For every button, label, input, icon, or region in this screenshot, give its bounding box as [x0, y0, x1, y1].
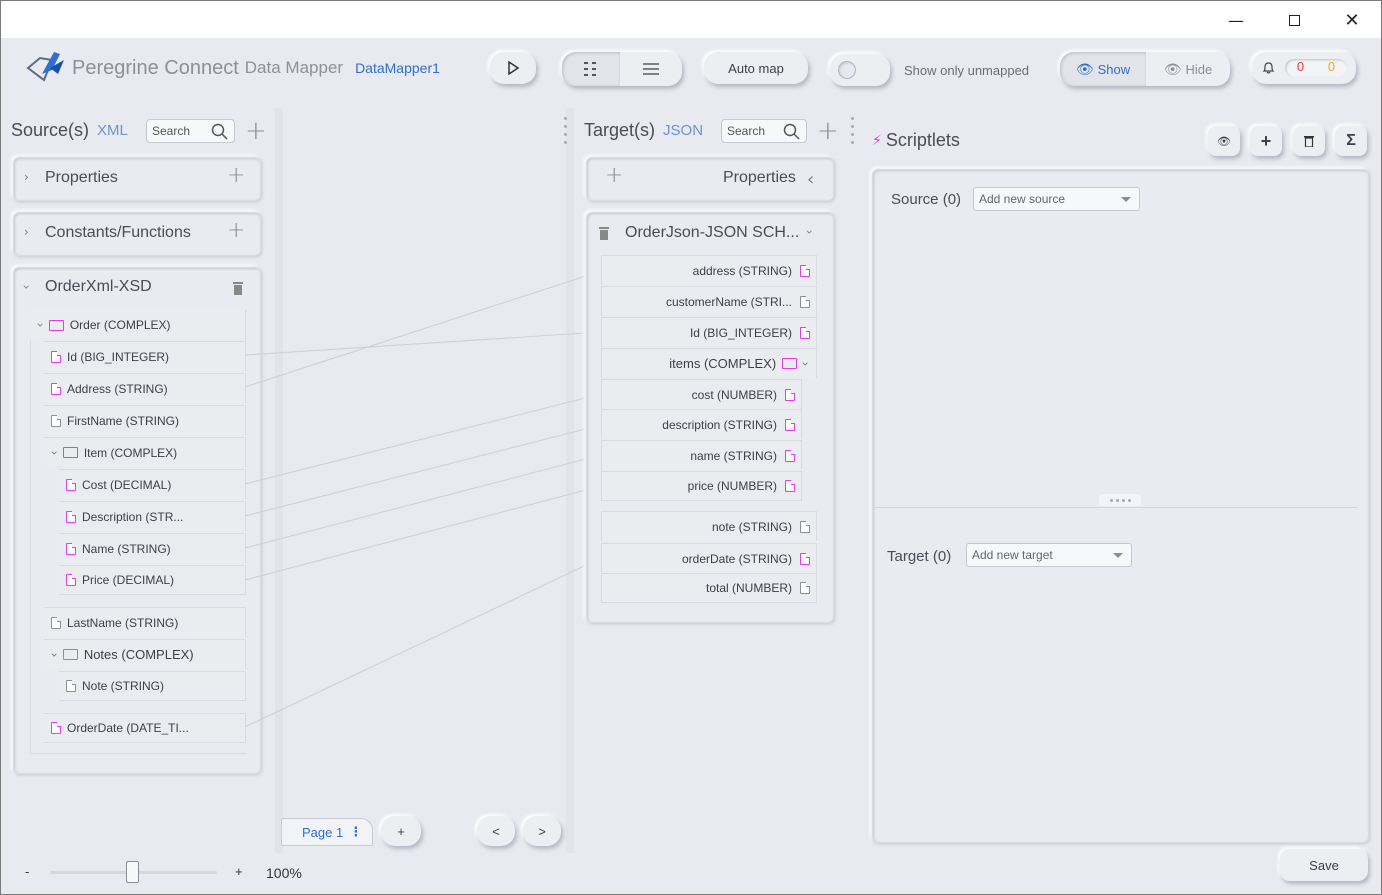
zoom-slider-thumb[interactable] [126, 861, 139, 883]
tree-row[interactable]: note (STRING) [601, 511, 817, 541]
file-icon [800, 295, 810, 308]
chevron-left-icon: ‹ [807, 169, 815, 190]
row-label: description (STRING) [662, 417, 777, 432]
tree-row[interactable]: orderDate (STRING) [601, 543, 817, 573]
save-button[interactable]: Save [1280, 849, 1368, 881]
file-icon [800, 264, 810, 277]
mapping-line-orderdate [244, 557, 602, 728]
search-icon [783, 123, 800, 140]
eye-icon: 👁 [1217, 135, 1231, 148]
tree-row[interactable]: name (STRING) [601, 440, 802, 470]
delete-scriptlet-button[interactable] [1293, 126, 1325, 156]
chevron-down-icon[interactable]: › [799, 361, 813, 366]
folder-icon [782, 358, 798, 369]
preview-button[interactable]: 👁 [1208, 126, 1240, 156]
add-target-dropdown[interactable]: Add new target [966, 543, 1132, 567]
scriptlets-title: Scriptlets [885, 130, 960, 150]
chevron-down-icon[interactable]: › [802, 230, 816, 235]
sigma-icon: Σ [1346, 132, 1356, 149]
file-icon [785, 449, 795, 462]
row-label: orderDate (STRING) [681, 551, 792, 566]
more-vertical-icon[interactable]: ⋮ [349, 824, 362, 840]
target-properties-panel[interactable]: + Properties ‹ [586, 157, 834, 201]
file-icon [800, 582, 810, 594]
target-resize-handle[interactable] [563, 114, 567, 146]
mapping-line-name [244, 454, 602, 549]
zoom-in-button[interactable]: + [235, 864, 243, 879]
row-label: customerName (STRI... [665, 294, 792, 309]
scriptlets-header: ⚡ Scriptlets [872, 130, 960, 151]
zoom-level: 100% [266, 865, 302, 881]
split-handle[interactable] [1099, 494, 1141, 506]
add-property-icon[interactable]: + [605, 163, 623, 188]
target-properties-label: Properties [723, 169, 796, 186]
row-label: cost (NUMBER) [691, 387, 777, 402]
file-icon [785, 418, 795, 431]
add-scriptlet-button[interactable]: + [1250, 126, 1282, 156]
trash-icon[interactable] [598, 226, 610, 241]
trash-icon [1304, 136, 1314, 147]
row-label: items (COMPLEX) [669, 356, 777, 371]
target-schema-name: OrderJson-JSON SCH... [625, 224, 800, 241]
file-icon [800, 326, 810, 339]
add-page-button[interactable]: + [381, 816, 421, 846]
row-label: name (STRING) [690, 448, 777, 463]
scriptlets-resize-handle[interactable] [850, 114, 854, 146]
tree-row[interactable]: total (NUMBER) [601, 573, 817, 603]
file-icon [785, 480, 795, 492]
add-source-dropdown[interactable]: Add new source [973, 187, 1140, 211]
row-label: note (STRING) [711, 519, 792, 534]
scriptlet-target-label: Target (0) [887, 548, 952, 565]
row-label: total (NUMBER) [705, 581, 792, 595]
tree-row[interactable]: description (STRING) [601, 409, 802, 439]
zoom-out-button[interactable]: - [25, 864, 29, 879]
tree-row[interactable]: cost (NUMBER) [601, 379, 802, 409]
scriptlet-source-label: Source (0) [891, 191, 962, 208]
row-label: Id (BIG_INTEGER) [689, 325, 792, 340]
target-search-input[interactable]: Search [721, 119, 807, 143]
tree-row[interactable]: price (NUMBER) [601, 471, 802, 501]
prev-page-button[interactable]: < [477, 816, 515, 846]
add-source-placeholder: Add new source [979, 192, 1066, 206]
page-tab[interactable]: Page 1 ⋮ [281, 818, 373, 846]
tree-row[interactable]: items (COMPLEX) › [601, 348, 817, 378]
tree-row[interactable]: Id (BIG_INTEGER) [601, 317, 817, 347]
mapping-line-price [244, 485, 602, 581]
add-target-placeholder: Add new target [972, 548, 1053, 562]
add-target-icon[interactable]: + [817, 116, 839, 146]
lightning-icon: ⚡ [872, 132, 882, 148]
next-page-button[interactable]: > [523, 816, 561, 846]
scriptlets-divider [873, 507, 1358, 508]
file-icon [800, 520, 810, 533]
functions-button[interactable]: Σ [1335, 126, 1367, 156]
target-format: JSON [663, 122, 704, 139]
row-label: price (NUMBER) [687, 479, 777, 493]
mapping-line-id [244, 331, 602, 356]
file-icon [800, 552, 810, 565]
tree-row[interactable]: address (STRING) [601, 255, 817, 285]
target-search-placeholder: Search [727, 124, 766, 138]
file-icon [785, 388, 795, 401]
page-tab-label: Page 1 [302, 824, 344, 840]
plus-icon: + [1260, 130, 1272, 151]
scriptlets-panel [872, 169, 1369, 843]
tree-row[interactable]: customerName (STRI... [601, 286, 817, 316]
target-title: Target(s) [584, 120, 656, 140]
row-label: address (STRING) [692, 263, 792, 278]
mapping-line-address [244, 270, 602, 388]
target-header: Target(s) JSON [584, 120, 703, 141]
